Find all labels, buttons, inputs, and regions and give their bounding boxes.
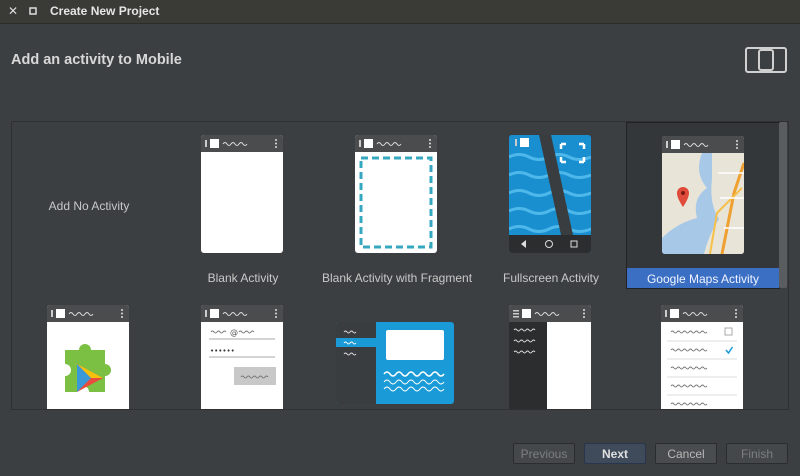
- fragment-activity-thumbnail: [355, 135, 437, 253]
- activity-label: Blank Activity: [207, 271, 279, 285]
- blank-activity-thumbnail: [201, 135, 283, 253]
- settings-activity-thumbnail: [661, 305, 743, 409]
- activity-google-maps[interactable]: Google Maps Activity: [626, 122, 780, 289]
- device-icon: [744, 46, 788, 74]
- activity-login[interactable]: @ ••••••: [166, 292, 320, 409]
- activity-navigation-drawer[interactable]: [474, 292, 628, 409]
- activity-master-detail[interactable]: [320, 292, 474, 409]
- cancel-button[interactable]: Cancel: [655, 443, 717, 464]
- play-services-thumbnail: [47, 305, 129, 409]
- wizard-header: Add an activity to Mobile: [0, 24, 800, 92]
- title-bar: ✕ Create New Project: [0, 0, 800, 24]
- activity-add-no-activity[interactable]: Add No Activity: [12, 122, 166, 288]
- activity-label: Fullscreen Activity: [502, 271, 600, 285]
- activity-label: Google Maps Activity: [646, 272, 760, 286]
- svg-text:••••••: ••••••: [210, 347, 235, 355]
- next-button[interactable]: Next: [584, 443, 646, 464]
- activity-label: Blank Activity with Fragment: [321, 271, 473, 285]
- svg-text:@: @: [230, 328, 238, 337]
- activity-blank[interactable]: Blank Activity: [166, 122, 320, 288]
- fullscreen-activity-thumbnail: [509, 135, 591, 253]
- close-icon[interactable]: ✕: [6, 4, 20, 18]
- master-detail-thumbnail: [336, 322, 454, 404]
- activity-settings[interactable]: [626, 292, 780, 409]
- activity-play-services[interactable]: [12, 292, 166, 409]
- finish-button[interactable]: Finish: [726, 443, 788, 464]
- activity-gallery[interactable]: Add No Activity Blank Activity Blank Act…: [11, 121, 789, 410]
- maps-activity-thumbnail: [662, 136, 744, 254]
- activity-label: Add No Activity: [48, 199, 130, 213]
- activity-blank-with-fragment[interactable]: Blank Activity with Fragment: [320, 122, 474, 288]
- previous-button[interactable]: Previous: [513, 443, 575, 464]
- restore-icon[interactable]: [26, 4, 40, 18]
- gallery-scrollbar[interactable]: [779, 122, 787, 288]
- window-title: Create New Project: [50, 4, 160, 18]
- activity-fullscreen[interactable]: Fullscreen Activity: [474, 122, 628, 288]
- page-title: Add an activity to Mobile: [11, 52, 182, 68]
- login-activity-thumbnail: @ ••••••: [201, 305, 283, 409]
- navigation-drawer-thumbnail: [509, 305, 591, 409]
